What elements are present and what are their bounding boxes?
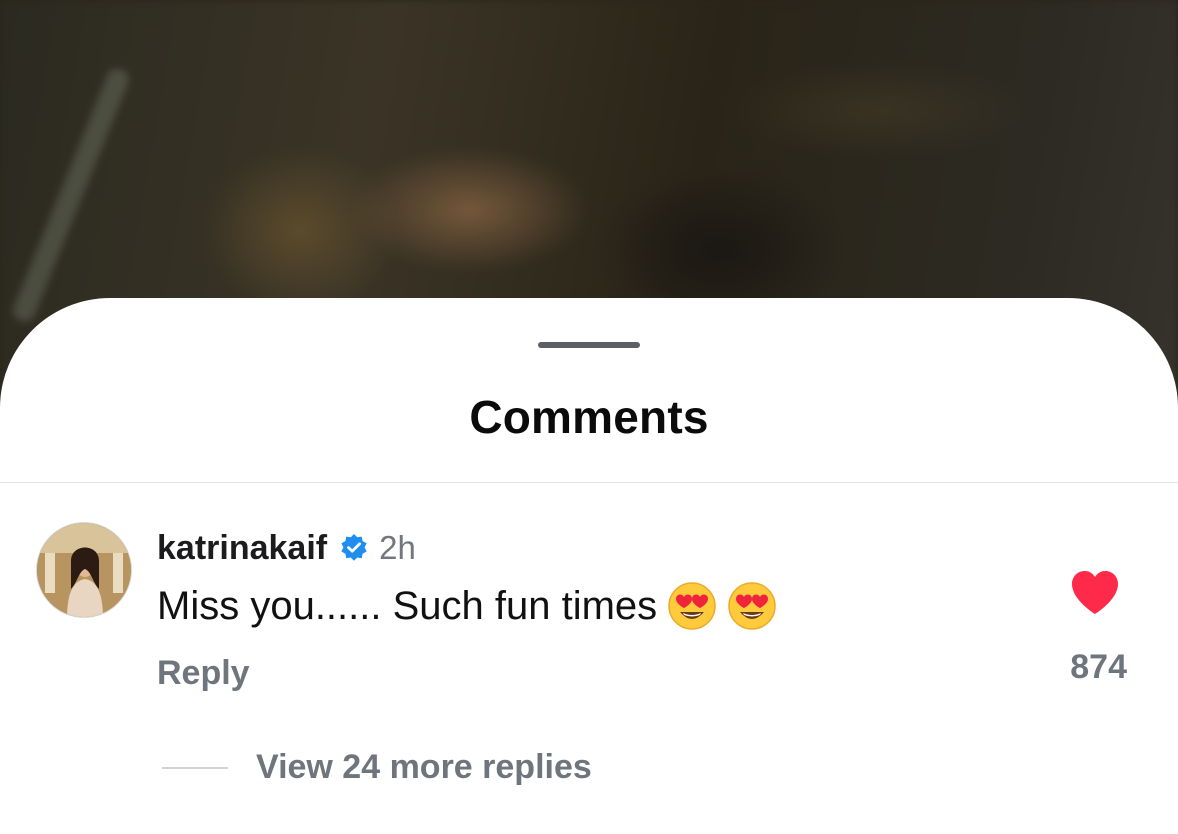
heart-eyes-emoji-icon [667, 581, 717, 631]
view-more-replies[interactable]: View 24 more replies [162, 748, 592, 787]
reels-screen: Comments katrinakaif 2h Miss you...... S… [0, 0, 1178, 834]
verified-badge-icon [339, 533, 369, 563]
heart-eyes-emoji-icon [727, 581, 777, 631]
avatar[interactable] [36, 522, 132, 618]
reply-button[interactable]: Reply [157, 654, 250, 693]
comment-text: Miss you...... Such fun times [157, 583, 658, 628]
sheet-grabber-handle[interactable] [538, 342, 640, 348]
comment-timestamp: 2h [379, 529, 416, 566]
replies-indent-line [162, 766, 228, 769]
avatar-image [37, 523, 131, 617]
header-divider [0, 482, 1178, 483]
like-count: 874 [1070, 648, 1127, 686]
comments-sheet: Comments katrinakaif 2h Miss you...... S… [0, 298, 1178, 834]
video-blur-streak [10, 65, 132, 325]
like-heart-icon[interactable] [1070, 570, 1120, 616]
sheet-title: Comments [469, 391, 709, 443]
comment-header: katrinakaif 2h [157, 526, 416, 570]
comment-username[interactable]: katrinakaif [157, 529, 327, 568]
comment-body: Miss you...... Such fun times [157, 581, 777, 631]
view-replies-label[interactable]: View 24 more replies [256, 748, 592, 787]
